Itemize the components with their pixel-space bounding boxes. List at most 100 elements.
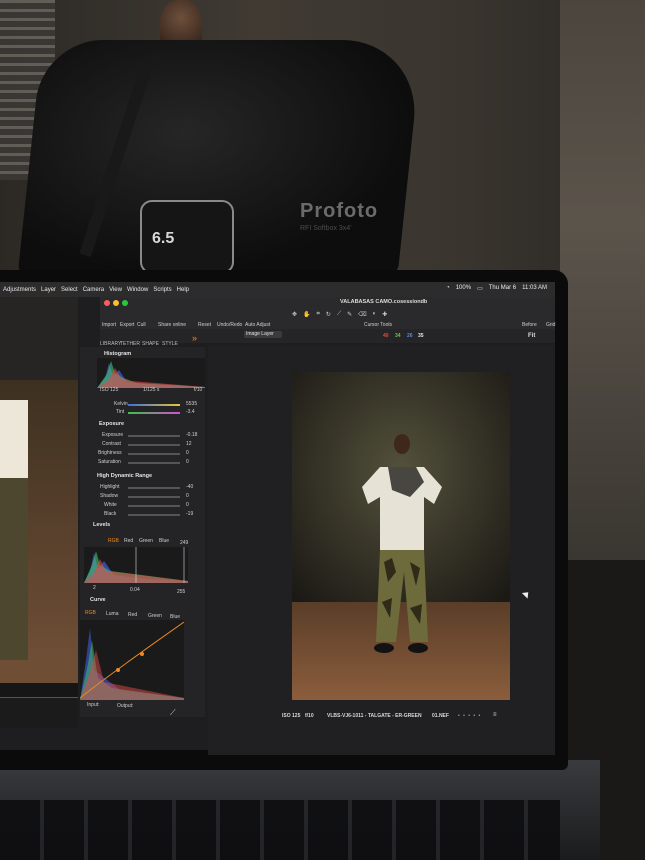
export-button[interactable]: Export	[120, 322, 134, 328]
viewer-menu-icon[interactable]: ≡	[493, 712, 497, 718]
levels-top-value[interactable]: 249	[180, 540, 188, 546]
heal-tool-icon[interactable]: ✚	[382, 311, 387, 319]
thumbnail-subject	[0, 400, 28, 660]
exposure-value[interactable]: -0.18	[186, 432, 197, 438]
viewer-aperture: f/10	[305, 713, 314, 719]
menu-camera[interactable]: Camera	[83, 287, 104, 293]
subject-head	[394, 434, 410, 454]
curve-title: Curve	[90, 597, 106, 603]
strobe-power-readout: 6.5	[152, 230, 175, 247]
zoom-button[interactable]	[122, 300, 128, 306]
levels-channel-red[interactable]: Red	[124, 538, 133, 544]
contrast-label: Contrast	[102, 441, 121, 447]
cursor-tools-label: Cursor Tools	[364, 322, 392, 328]
share-online-button[interactable]: Share online	[158, 322, 186, 328]
highlight-slider[interactable]	[128, 487, 180, 489]
exposure-label: Exposure	[102, 432, 124, 438]
levels-channel-rgb[interactable]: RGB	[108, 538, 119, 544]
minimize-button[interactable]	[113, 300, 119, 306]
layer-select[interactable]: Image Layer	[244, 331, 282, 338]
brush-tool-icon[interactable]: ✎	[347, 311, 352, 319]
expand-tools-icon[interactable]: »	[192, 333, 197, 343]
rotate-tool-icon[interactable]: ↻	[326, 311, 331, 319]
levels-mid-value[interactable]: 0.04	[130, 587, 140, 593]
eraser-tool-icon[interactable]: ⌫	[358, 311, 366, 319]
exposure-slider[interactable]	[128, 435, 180, 437]
levels-channel-blue[interactable]: Blue	[159, 538, 169, 544]
battery-percent[interactable]: 100%	[456, 285, 471, 292]
levels-title: Levels	[93, 522, 111, 528]
auto-adjust-button[interactable]: Auto Adjust	[245, 322, 270, 328]
battery-icon[interactable]: ▭	[477, 285, 483, 292]
brightness-slider[interactable]	[128, 453, 180, 455]
menu-window[interactable]: Window	[127, 287, 148, 293]
contrast-slider[interactable]	[128, 444, 180, 446]
curve-curve-red	[80, 650, 184, 700]
menu-select[interactable]: Select	[61, 287, 78, 293]
saturation-value[interactable]: 0	[186, 459, 189, 465]
studio-right-wall	[560, 0, 645, 560]
white-label: White	[104, 502, 117, 508]
white-slider[interactable]	[128, 505, 180, 507]
pan-tool-icon[interactable]: ✥	[292, 311, 297, 319]
right-shoe	[408, 643, 428, 653]
status-menu: ◔ 100% ▭ Thu Mar 6 11:03 AM	[446, 285, 547, 292]
close-button[interactable]	[104, 300, 110, 306]
menu-scripts[interactable]: Scripts	[153, 287, 171, 293]
curve-graph[interactable]	[80, 620, 184, 700]
grid-button[interactable]: Grid	[546, 322, 555, 328]
curve-channel-rgb[interactable]: RGB	[85, 610, 96, 616]
levels-histogram	[84, 547, 188, 583]
cursor-tool-row: ✥ ✋ ⌗ ↻ ⟋ ✎ ⌫ ◐ ✚	[292, 311, 472, 319]
browser-search-bar[interactable]	[0, 683, 78, 697]
tint-slider[interactable]	[128, 412, 180, 414]
saturation-slider[interactable]	[128, 462, 180, 464]
wifi-icon[interactable]: ◔	[446, 285, 450, 292]
import-button[interactable]: Import	[102, 322, 116, 328]
undo-redo-button[interactable]: Undo/Redo	[217, 322, 242, 328]
cull-button[interactable]: Cull	[137, 322, 146, 328]
histogram-aperture: f/10	[194, 387, 203, 393]
keystone-tool-icon[interactable]: ⟋	[337, 311, 341, 319]
white-value[interactable]: 0	[186, 502, 189, 508]
menu-time[interactable]: 11:03 AM	[522, 285, 547, 292]
tint-value[interactable]: -3.4	[186, 409, 195, 415]
menu-layer[interactable]: Layer	[41, 287, 56, 293]
shadow-value[interactable]: 0	[186, 493, 189, 499]
picker-tool-icon[interactable]: ✋	[303, 311, 310, 319]
brightness-value[interactable]: 0	[186, 450, 189, 456]
highlight-label: Highlight	[100, 484, 120, 490]
curve-channel-luma[interactable]: Luma	[106, 611, 119, 617]
levels-channel-green[interactable]: Green	[139, 538, 153, 544]
shadow-slider[interactable]	[128, 496, 180, 498]
contrast-value[interactable]: 12	[186, 441, 192, 447]
levels-high-value[interactable]: 255	[177, 589, 185, 595]
viewer-iso: ISO 125	[282, 713, 301, 719]
menu-adjustments[interactable]: Adjustments	[3, 287, 36, 293]
gradient-tool-icon[interactable]: ◐	[373, 311, 377, 319]
viewer-photo[interactable]	[292, 372, 510, 700]
browser-scrollbar[interactable]	[0, 698, 78, 728]
menu-view[interactable]: View	[109, 287, 122, 293]
viewer-file-ext: 01.NEF	[432, 713, 449, 719]
crop-tool-icon[interactable]: ⌗	[317, 311, 320, 319]
reset-button[interactable]: Reset	[198, 322, 211, 328]
levels-low-value[interactable]: 2	[93, 585, 96, 591]
curve-channel-green[interactable]: Green	[148, 613, 162, 619]
menu-help[interactable]: Help	[177, 287, 189, 293]
highlight-value[interactable]: -40	[186, 484, 193, 490]
zoom-fit-label[interactable]: Fit	[528, 333, 535, 339]
rating-stars[interactable]: • • • • •	[458, 713, 481, 719]
softbox-brand: Profoto	[300, 200, 379, 222]
kelvin-value[interactable]: 5535	[186, 401, 197, 407]
kelvin-slider[interactable]	[128, 404, 180, 406]
black-slider[interactable]	[128, 514, 180, 516]
curve-picker-icon[interactable]: ⟋	[170, 708, 176, 718]
saturation-label: Saturation	[98, 459, 121, 465]
window-title: VALABASAS CAMO.cosessiondb	[340, 299, 428, 305]
before-button[interactable]: Before	[522, 322, 537, 328]
curve-channel-red[interactable]: Red	[128, 612, 137, 618]
shadow-label: Shadow	[100, 493, 119, 499]
menu-date[interactable]: Thu Mar 6	[489, 285, 516, 292]
black-value[interactable]: -19	[186, 511, 193, 517]
